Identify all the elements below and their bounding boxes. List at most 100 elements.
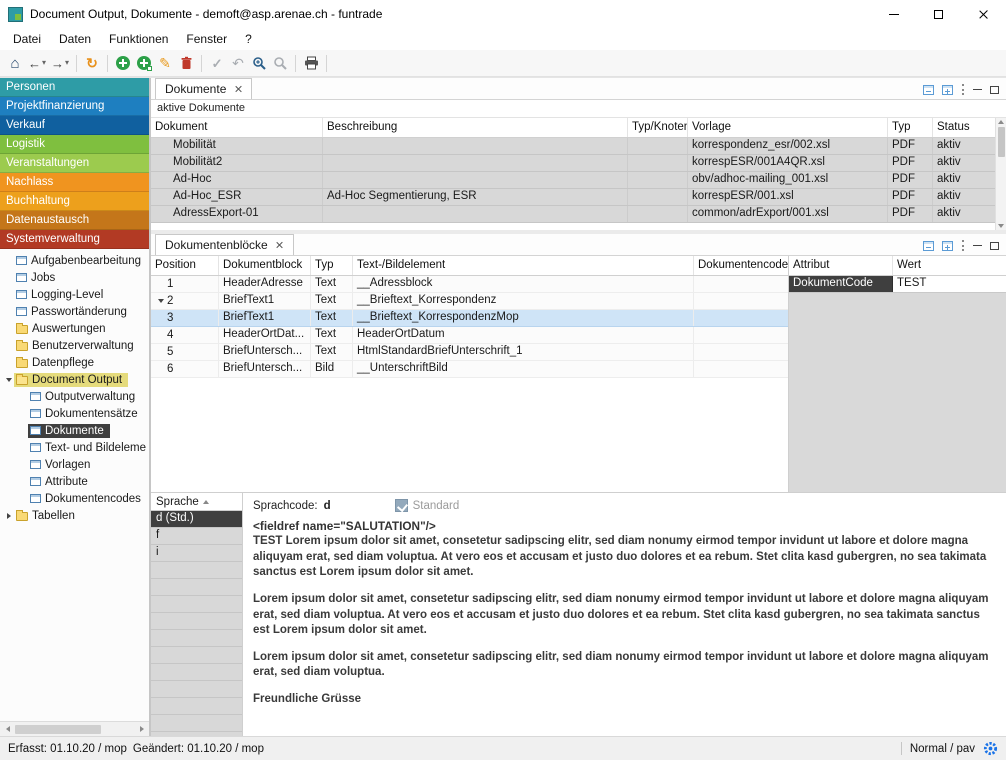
block-row[interactable]: 4 HeaderOrtDat... Text HeaderOrtDatum	[151, 327, 788, 344]
settings-gear-icon[interactable]	[983, 741, 998, 756]
block-row[interactable]: 2 BriefText1 Text __Brieftext_Korrespond…	[151, 293, 788, 310]
module-projektfinanzierung[interactable]: Projektfinanzierung	[0, 97, 149, 116]
scroll-down-icon[interactable]	[998, 224, 1004, 228]
block-row[interactable]: 5 BriefUntersch... Text HtmlStandardBrie…	[151, 344, 788, 361]
panel-menu-icon[interactable]	[962, 84, 964, 95]
chevron-down-icon[interactable]	[6, 378, 12, 382]
print-button[interactable]	[301, 52, 321, 74]
document-row[interactable]: AdressExport-01 common/adrExport/001.xsl…	[151, 206, 995, 223]
column-header-typ[interactable]: Typ	[888, 118, 933, 137]
sidebar-item-outputverwaltung[interactable]: Outputverwaltung	[0, 388, 149, 405]
module-verkauf[interactable]: Verkauf	[0, 116, 149, 135]
language-item-i[interactable]: i	[151, 545, 242, 562]
tab-close-icon[interactable]	[276, 241, 284, 249]
sidebar-item-document-output[interactable]: Document Output	[0, 371, 149, 388]
language-item-f[interactable]: f	[151, 528, 242, 545]
sidebar-item-dokumente[interactable]: Dokumente	[0, 422, 149, 439]
panel-minimize-button[interactable]	[973, 89, 982, 90]
home-button[interactable]: ⌂	[5, 52, 25, 74]
delete-button[interactable]	[176, 52, 196, 74]
module-logistik[interactable]: Logistik	[0, 135, 149, 154]
close-button[interactable]	[961, 0, 1006, 28]
sidebar-item-text-und-bildelemente[interactable]: Text- und Bildeleme	[0, 439, 149, 456]
sidebar-item-dokumentencodes[interactable]: Dokumentencodes	[0, 490, 149, 507]
scroll-right-button[interactable]	[134, 722, 149, 736]
language-item-d[interactable]: d (Std.)	[151, 511, 242, 528]
document-row[interactable]: Mobilität korrespondenz_esr/002.xsl PDF …	[151, 138, 995, 155]
block-row[interactable]: 6 BriefUntersch... Bild __UnterschriftBi…	[151, 361, 788, 378]
column-header-typ-knoten[interactable]: Typ/Knoten	[628, 118, 688, 137]
column-header-dokumentencode[interactable]: Dokumentencode	[694, 256, 788, 275]
column-header-vorlage[interactable]: Vorlage	[688, 118, 888, 137]
module-datenaustausch[interactable]: Datenaustausch	[0, 211, 149, 230]
collapse-groups-icon[interactable]	[923, 85, 934, 95]
standard-checkbox[interactable]	[395, 499, 408, 512]
sidebar-item-vorlagen[interactable]: Vorlagen	[0, 456, 149, 473]
module-buchhaltung[interactable]: Buchhaltung	[0, 192, 149, 211]
column-header-text-bildelement[interactable]: Text-/Bildelement	[353, 256, 694, 275]
column-header-beschreibung[interactable]: Beschreibung	[323, 118, 628, 137]
forward-button[interactable]: →▾	[49, 52, 71, 74]
chevron-right-icon[interactable]	[7, 513, 11, 519]
collapse-groups-icon[interactable]	[923, 241, 934, 251]
column-header-dokumentblock[interactable]: Dokumentblock	[219, 256, 311, 275]
zoom-out-button[interactable]	[270, 52, 290, 74]
document-row[interactable]: Ad-Hoc_ESR Ad-Hoc Segmentierung, ESR kor…	[151, 189, 995, 206]
tab-dokumentenbloecke[interactable]: Dokumentenblöcke	[155, 234, 294, 255]
minimize-button[interactable]	[871, 0, 916, 28]
text-editor-area[interactable]: Sprachcode: d Standard <fieldref name="S…	[243, 493, 1006, 736]
refresh-button[interactable]: ↻	[82, 52, 102, 74]
undo-button[interactable]: ↶	[228, 52, 248, 74]
collapse-chevron-icon[interactable]	[158, 299, 164, 303]
attribute-row[interactable]: DokumentCode TEST	[789, 276, 1006, 293]
tab-close-icon[interactable]	[234, 85, 242, 93]
sidebar-item-aufgabenbearbeitung[interactable]: Aufgabenbearbeitung	[0, 252, 149, 269]
sidebar-horizontal-scrollbar[interactable]	[0, 721, 149, 736]
column-header-position[interactable]: Position	[151, 256, 219, 275]
documents-vertical-scrollbar[interactable]	[995, 118, 1006, 230]
scrollbar-thumb[interactable]	[998, 127, 1005, 157]
panel-maximize-button[interactable]	[990, 86, 999, 94]
menu-datei[interactable]: Datei	[4, 30, 50, 48]
add-child-button[interactable]	[134, 52, 154, 74]
scrollbar-thumb[interactable]	[15, 725, 101, 734]
document-row[interactable]: Ad-Hoc obv/adhoc-mailing_001.xsl PDF akt…	[151, 172, 995, 189]
column-header-status[interactable]: Status	[933, 118, 995, 137]
panel-maximize-button[interactable]	[990, 242, 999, 250]
menu-funktionen[interactable]: Funktionen	[100, 30, 177, 48]
panel-menu-icon[interactable]	[962, 240, 964, 251]
column-header-attribut[interactable]: Attribut	[789, 256, 893, 275]
block-row-selected[interactable]: 3 BriefText1 Text __Brieftext_Korrespond…	[151, 310, 788, 327]
zoom-in-button[interactable]	[249, 52, 269, 74]
document-row[interactable]: Mobilität2 korrespESR/001A4QR.xsl PDF ak…	[151, 155, 995, 172]
sidebar-item-datenpflege[interactable]: Datenpflege	[0, 354, 149, 371]
module-systemverwaltung[interactable]: Systemverwaltung	[0, 230, 149, 249]
sidebar-item-benutzerverwaltung[interactable]: Benutzerverwaltung	[0, 337, 149, 354]
module-veranstaltungen[interactable]: Veranstaltungen	[0, 154, 149, 173]
sidebar-item-attribute[interactable]: Attribute	[0, 473, 149, 490]
column-header-typ[interactable]: Typ	[311, 256, 353, 275]
module-personen[interactable]: Personen	[0, 78, 149, 97]
scroll-left-button[interactable]	[0, 722, 15, 736]
column-header-dokument[interactable]: Dokument	[151, 118, 323, 137]
expand-groups-icon[interactable]	[942, 85, 953, 95]
sidebar-item-auswertungen[interactable]: Auswertungen	[0, 320, 149, 337]
scroll-up-icon[interactable]	[998, 120, 1004, 124]
menu-daten[interactable]: Daten	[50, 30, 100, 48]
sidebar-item-dokumentensaetze[interactable]: Dokumentensätze	[0, 405, 149, 422]
panel-minimize-button[interactable]	[973, 245, 982, 246]
language-column-header[interactable]: Sprache	[151, 493, 242, 511]
tab-dokumente[interactable]: Dokumente	[155, 78, 252, 99]
back-button[interactable]: ←▾	[26, 52, 48, 74]
sidebar-item-passwortaenderung[interactable]: Passwortänderung	[0, 303, 149, 320]
menu-fenster[interactable]: Fenster	[177, 30, 236, 48]
sidebar-item-jobs[interactable]: Jobs	[0, 269, 149, 286]
expand-groups-icon[interactable]	[942, 241, 953, 251]
menu-help[interactable]: ?	[236, 30, 261, 48]
edit-button[interactable]: ✎	[155, 52, 175, 74]
column-header-wert[interactable]: Wert	[893, 256, 1006, 275]
sidebar-item-logging-level[interactable]: Logging-Level	[0, 286, 149, 303]
sidebar-item-tabellen[interactable]: Tabellen	[0, 507, 149, 524]
confirm-button[interactable]: ✓	[207, 52, 227, 74]
module-nachlass[interactable]: Nachlass	[0, 173, 149, 192]
